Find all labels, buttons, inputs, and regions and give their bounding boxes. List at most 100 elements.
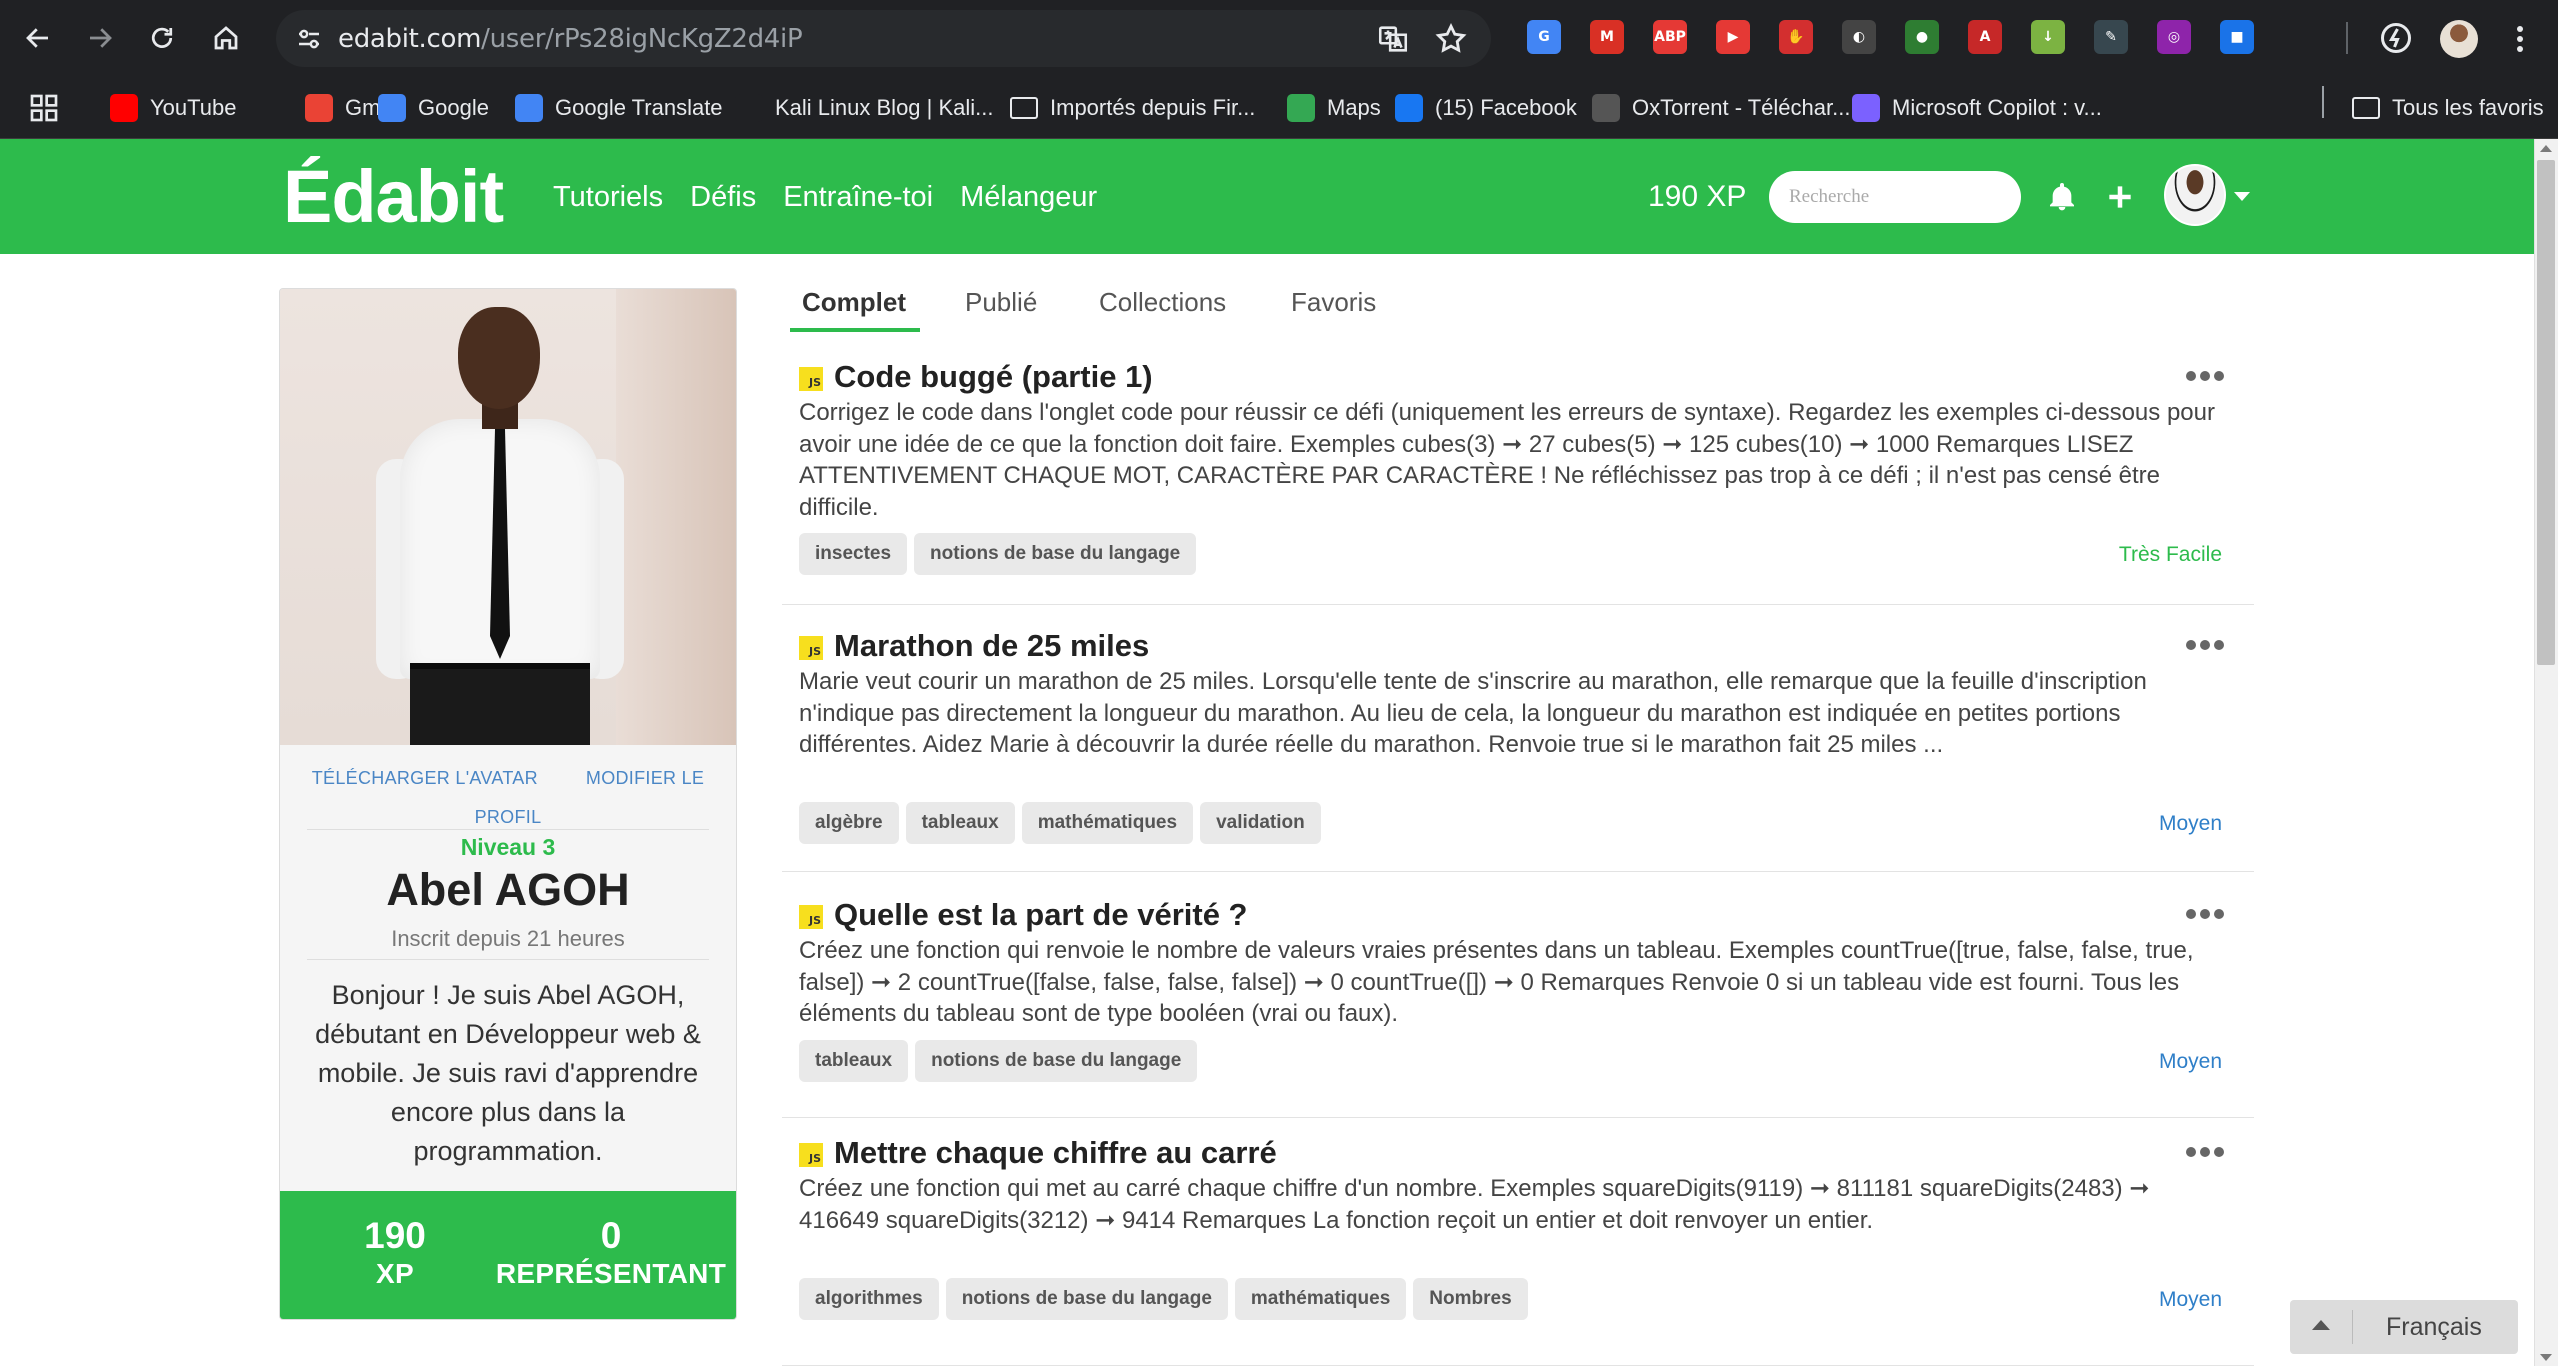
bell-icon[interactable] [2046,181,2078,213]
bookmark-label: OxTorrent - Téléchar... [1632,95,1851,120]
tag[interactable]: tableaux [905,802,1015,844]
video-ext-icon[interactable]: ▶ [1716,20,1750,54]
more-options-icon[interactable] [2186,640,2224,650]
tag[interactable]: notions de base du langage [914,533,1197,575]
divider [307,829,709,830]
challenge-card[interactable]: JS Mettre chaque chiffre au carré Créez un… [782,1131,2254,1366]
scroll-up-icon[interactable] [2540,145,2552,152]
tag-list: insectes notions de base du langage [799,533,1197,575]
oxtorrent-icon [1592,94,1620,122]
difficulty-label: Moyen [2158,1050,2222,1073]
search-input[interactable] [1769,171,2021,223]
back-button[interactable] [14,14,62,62]
edit-profile-link[interactable]: MODIFIER LE [586,768,704,788]
more-options-icon[interactable] [2186,909,2224,919]
user-avatar[interactable] [2164,164,2226,226]
challenge-title[interactable]: Code buggé (partie 1) [834,358,1153,396]
upload-avatar-link[interactable]: TÉLÉCHARGER L'AVATAR [312,768,538,788]
browser-toolbar: edabit.com/user/rPs28igNcKgZ2d4iP G M ABP ▶… [0,0,2558,77]
bookmark-star-icon[interactable] [1434,22,1468,56]
tab-favorites[interactable]: Favoris [1291,285,1376,319]
plus-icon[interactable] [2104,181,2136,213]
challenge-card[interactable]: JS Marathon de 25 miles Marie veut courir … [782,624,2254,872]
challenge-title[interactable]: Marathon de 25 miles [834,627,1149,665]
nav-tutorials[interactable]: Tutoriels [553,177,663,217]
user-name: Abel AGOH [386,864,630,915]
home-button[interactable] [202,14,250,62]
challenge-card[interactable]: JS Code buggé (partie 1) Corrigez le code … [782,355,2254,605]
tag[interactable]: notions de base du langage [915,1040,1198,1082]
scroll-down-icon[interactable] [2540,1354,2552,1361]
challenge-title[interactable]: Mettre chaque chiffre au carré [834,1134,1277,1172]
tag[interactable]: mathématiques [1021,802,1194,844]
address-bar[interactable]: edabit.com/user/rPs28igNcKgZ2d4iP [276,10,1491,67]
tag-list: tableaux notions de base du langage [799,1040,1198,1082]
tag[interactable]: notions de base du langage [945,1278,1228,1320]
tag-list: algèbre tableaux mathématiques validation [799,802,1321,844]
scrollbar-thumb[interactable] [2537,160,2555,665]
url-text: edabit.com/user/rPs28igNcKgZ2d4iP [338,24,803,54]
bookmark-label: Importés depuis Fir... [1050,95,1256,120]
bookmark-6[interactable]: Maps [1287,90,1381,126]
tag[interactable]: algèbre [799,802,899,844]
site-settings-icon[interactable] [294,24,324,54]
nav-shuffle[interactable]: Mélangeur [960,177,1097,217]
reload-button[interactable] [138,14,186,62]
bookmark-3[interactable]: Google Translate [515,90,723,126]
bookmark-label: Kali Linux Blog | Kali... [775,95,994,120]
badge-ext-icon[interactable]: ■ [2220,20,2254,54]
folder-icon [1010,97,1038,119]
tag[interactable]: tableaux [799,1040,909,1082]
forward-button[interactable] [76,14,124,62]
xp-value: 190 [364,1215,426,1256]
all-bookmarks-folder[interactable]: Tous les favoris [2352,90,2544,126]
bookmark-9[interactable]: Microsoft Copilot : v... [1852,90,2102,126]
chevron-down-icon[interactable] [2234,192,2250,201]
profile-photo [280,289,736,745]
facebook-icon [1395,94,1423,122]
edabit-logo[interactable]: Édabit [283,157,504,237]
apps-grid-icon[interactable] [28,92,60,124]
nav-practice[interactable]: Entraîne-toi [783,177,933,217]
download-ext-icon[interactable]: ↓ [2031,20,2065,54]
stop-ext-icon[interactable]: ✋ [1779,20,1813,54]
adblock-ext-icon[interactable]: ABP [1653,20,1687,54]
color-ext-icon[interactable]: ◎ [2157,20,2191,54]
tag[interactable]: validation [1200,802,1321,844]
tag[interactable]: algorithmes [799,1278,939,1320]
performance-icon[interactable] [2378,20,2414,56]
gmail-ext-icon[interactable]: M [1590,20,1624,54]
tag[interactable]: mathématiques [1234,1278,1407,1320]
javascript-icon: JS [799,1143,823,1167]
bookmark-7[interactable]: (15) Facebook [1395,90,1577,126]
home-icon [214,26,238,50]
dark-ext-icon[interactable]: ◐ [1842,20,1876,54]
eyedropper-ext-icon[interactable]: ✎ [2094,20,2128,54]
challenge-card[interactable]: JS Quelle est la part de vérité ? Créez un… [782,893,2254,1118]
language-selector[interactable]: Français [2290,1300,2518,1354]
edit-profile-link-cont[interactable]: PROFIL [475,807,542,827]
nav-challenges[interactable]: Défis [690,177,756,217]
bookmark-0[interactable]: YouTube [110,90,236,126]
browser-menu-icon[interactable] [2510,20,2530,58]
bookmark-8[interactable]: OxTorrent - Téléchar... [1592,90,1850,126]
tag[interactable]: Nombres [1413,1278,1528,1320]
tab-published[interactable]: Publié [965,285,1037,319]
translate-page-icon[interactable] [1376,22,1410,56]
translate-ext-icon[interactable]: G [1527,20,1561,54]
tab-collections[interactable]: Collections [1099,285,1226,319]
bookmark-2[interactable]: Google [378,90,489,126]
pdf-ext-icon[interactable]: A [1968,20,2002,54]
bookmark-4[interactable]: Kali Linux Blog | Kali... [735,90,994,126]
bookmark-5[interactable]: Importés depuis Fir... [1010,90,1255,126]
tab-complete[interactable]: Complet [802,285,906,319]
challenge-description: Créez une fonction qui met au carré chaq… [799,1175,2150,1234]
browser-profile-avatar[interactable] [2440,20,2478,58]
earth-ext-icon[interactable]: ● [1905,20,1939,54]
more-options-icon[interactable] [2186,1147,2224,1157]
challenge-title[interactable]: Quelle est la part de vérité ? [834,896,1248,934]
more-options-icon[interactable] [2186,371,2224,381]
joined-date: Inscrit depuis 21 heures [391,926,625,951]
bookmarks-divider [2322,86,2324,118]
tag[interactable]: insectes [799,533,908,575]
